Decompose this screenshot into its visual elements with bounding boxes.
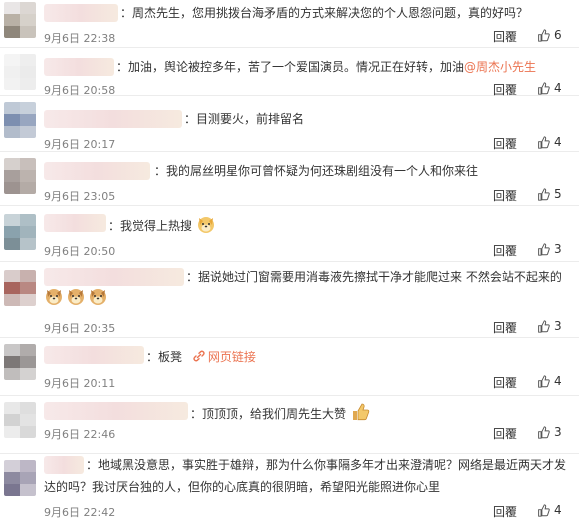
comment-item: ：地域黑没意思，事实胜于雄辩，那为什么你事隔多年才出来澄清呢？网络是最近两天才发… (0, 454, 579, 524)
reply-button[interactable]: 回覆 (493, 187, 517, 204)
username-blurred[interactable] (44, 110, 182, 128)
dog-face-emoji (68, 289, 84, 305)
comment-item: ：板凳 网页链接 9月6日 20:11 回覆 4 (0, 338, 579, 396)
username-blurred[interactable] (44, 58, 114, 76)
comment-text: ：地域黑没意思，事实胜于雄辩，那为什么你事隔多年才出来澄清呢？网络是最近两天才发… (44, 458, 567, 494)
comment-item: ：目测要火，前排留名 9月6日 20:17 回覆 4 (0, 96, 579, 152)
avatar[interactable] (4, 270, 36, 306)
avatar[interactable] (4, 2, 36, 38)
username-blurred[interactable] (44, 268, 184, 286)
comment-text: ：目测要火，前排留名 (184, 112, 305, 126)
link-icon (193, 350, 205, 362)
username-blurred[interactable] (44, 162, 150, 180)
like-count: 3 (554, 242, 562, 256)
avatar[interactable] (4, 402, 36, 438)
thumbs-up-icon (538, 187, 550, 201)
like-count: 4 (554, 135, 562, 149)
user-mention-link[interactable]: @周杰小先生 (464, 60, 536, 74)
thumbs-up-icon (538, 135, 550, 149)
comment-text-body: ：我觉得上热搜 (108, 219, 193, 233)
thumbs-up-emoji (352, 403, 370, 421)
like-button[interactable]: 4 (537, 135, 562, 149)
web-link[interactable]: 网页链接 (192, 350, 256, 364)
like-count: 6 (554, 28, 562, 42)
avatar[interactable] (4, 102, 36, 138)
like-button[interactable]: 3 (537, 242, 562, 256)
timestamp: 9月6日 20:11 (44, 377, 116, 390)
comment-text: ：周杰先生，您用挑拨台海矛盾的方式来解决您的个人恩怨问题，真的好吗？ (120, 6, 529, 20)
username-blurred[interactable] (44, 4, 118, 22)
timestamp: 9月6日 20:50 (44, 245, 116, 258)
avatar[interactable] (4, 460, 36, 496)
comment-text: ：我觉得上热搜 (108, 214, 216, 237)
web-link-label: 网页链接 (207, 350, 256, 364)
thumbs-up-icon (538, 503, 550, 517)
reply-button[interactable]: 回覆 (493, 503, 517, 520)
comment-item: ：据说她过门窗需要用消毒液先擦拭干净才能爬过来 不然会站不起来的 9月6日 20… (0, 262, 579, 338)
dog-face-emoji (46, 289, 62, 305)
like-count: 5 (554, 187, 562, 201)
reply-button[interactable]: 回覆 (493, 135, 517, 152)
timestamp: 9月6日 20:17 (44, 138, 116, 151)
like-count: 4 (554, 81, 562, 95)
like-button[interactable]: 4 (537, 503, 562, 517)
reply-button[interactable]: 回覆 (493, 374, 517, 391)
reply-button[interactable]: 回覆 (493, 242, 517, 259)
thumbs-up-icon (538, 242, 550, 256)
like-button[interactable]: 4 (537, 374, 562, 388)
reply-button[interactable]: 回覆 (493, 319, 517, 336)
username-blurred[interactable] (44, 214, 106, 232)
comment-text: ：顶顶顶，给我们周先生大赞 (190, 402, 370, 425)
avatar[interactable] (4, 158, 36, 194)
comment-text: ：加油，舆论被控多年，苦了一个爱国演员。情况正在好转，加油@周杰小先生 (116, 56, 536, 78)
thumbs-up-icon (538, 28, 550, 42)
like-count: 4 (554, 503, 562, 517)
avatar[interactable] (4, 54, 36, 90)
comment-list: ：周杰先生，您用挑拨台海矛盾的方式来解决您的个人恩怨问题，真的好吗？ 9月6日 … (0, 0, 579, 524)
comment-item: ：加油，舆论被控多年，苦了一个爱国演员。情况正在好转，加油@周杰小先生 9月6日… (0, 48, 579, 97)
like-button[interactable]: 3 (537, 425, 562, 439)
timestamp: 9月6日 23:05 (44, 190, 116, 203)
reply-button[interactable]: 回覆 (493, 28, 517, 45)
like-button[interactable]: 3 (537, 319, 562, 333)
comment-item: ：顶顶顶，给我们周先生大赞 9月6日 22:46 回覆 3 (0, 396, 579, 454)
thumbs-up-icon (538, 374, 550, 388)
like-button[interactable]: 4 (537, 81, 562, 95)
timestamp: 9月6日 20:35 (44, 322, 116, 335)
timestamp: 9月6日 22:38 (44, 32, 116, 45)
comment-text: ：我的屌丝明星你可曾怀疑为何还珠剧组没有一个人和你来往 (154, 164, 479, 178)
avatar[interactable] (4, 214, 36, 250)
thumbs-up-icon (538, 319, 550, 333)
comment-text: ：据说她过门窗需要用消毒液先擦拭干净才能爬过来 不然会站不起来的 (186, 270, 562, 284)
like-count: 3 (554, 319, 562, 333)
comment-text-body: ：板凳 (146, 350, 183, 364)
comment-text-body: ：加油，舆论被控多年，苦了一个爱国演员。情况正在好转，加油 (116, 60, 465, 74)
like-count: 3 (554, 425, 562, 439)
thumbs-up-icon (538, 425, 550, 439)
comment-text: ：板凳 网页链接 (146, 346, 256, 368)
dog-face-emoji (90, 289, 106, 305)
like-button[interactable]: 5 (537, 187, 562, 201)
avatar[interactable] (4, 344, 36, 380)
username-blurred[interactable] (44, 402, 188, 420)
timestamp: 9月6日 22:42 (44, 506, 116, 519)
like-button[interactable]: 6 (537, 28, 562, 42)
like-count: 4 (554, 374, 562, 388)
timestamp: 9月6日 22:46 (44, 428, 116, 441)
dog-face-emoji (197, 217, 214, 233)
emoji-row (44, 286, 108, 306)
comment-text-body: ：顶顶顶，给我们周先生大赞 (190, 407, 347, 421)
comment-item: ：我的屌丝明星你可曾怀疑为何还珠剧组没有一个人和你来往 9月6日 23:05 回… (0, 152, 579, 206)
reply-button[interactable]: 回覆 (493, 425, 517, 442)
username-blurred[interactable] (44, 346, 144, 364)
comment-item: ：我觉得上热搜 9月6日 20:50 回覆 3 (0, 206, 579, 262)
comment-item: ：周杰先生，您用挑拨台海矛盾的方式来解决您的个人恩怨问题，真的好吗？ 9月6日 … (0, 0, 579, 48)
thumbs-up-icon (538, 81, 550, 95)
